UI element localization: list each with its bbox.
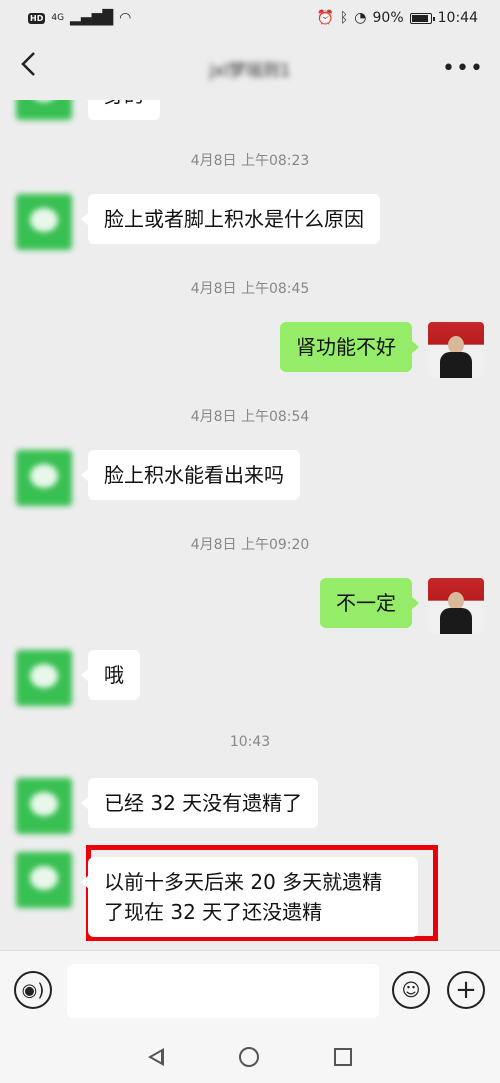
wifi-icon: ◠ [119, 10, 132, 26]
status-bar: HD 4G ▂▄▆█ ◠ ⏰ ᛒ ◔ 90% 10:44 [0, 0, 500, 36]
back-button[interactable] [18, 50, 58, 86]
self-avatar[interactable] [428, 578, 484, 634]
nav-recent-icon[interactable] [334, 1047, 353, 1066]
message-input[interactable] [67, 964, 379, 1018]
message-incoming-highlighted[interactable]: 以前十多天后来 20 多天就遗精了现在 32 天了还没遗精 [81, 857, 418, 937]
chat-title: jxl梦瑶则1 [209, 60, 291, 81]
timestamp: 4月8日 上午08:54 [190, 409, 310, 425]
clock: 10:44 [437, 10, 478, 26]
contact-avatar[interactable] [16, 194, 72, 250]
add-button[interactable]: + [447, 971, 485, 1009]
battery-icon [409, 12, 435, 24]
voice-icon: ◉) [21, 979, 45, 1001]
timestamp: 4月8日 上午08:45 [190, 281, 310, 297]
network-indicator: 4G [51, 13, 65, 23]
voice-button[interactable]: ◉) [14, 971, 52, 1009]
message-list[interactable]: 身的 4月8日 上午08:23 脸上或者脚上积水是什么原因 4月8日 上午08:… [0, 100, 500, 950]
battery-percent: 90% [372, 10, 404, 26]
contact-avatar[interactable] [16, 778, 72, 834]
ellipsis-icon: ••• [441, 55, 484, 81]
input-bar: ◉) ☺ + [0, 950, 500, 1030]
bluetooth-icon: ᛒ [339, 10, 349, 26]
signal-icon: ▂▄▆█ [70, 10, 114, 26]
contact-avatar[interactable] [16, 100, 72, 120]
speed-icon: ◔ [354, 10, 367, 26]
status-right: ⏰ ᛒ ◔ 90% 10:44 [316, 10, 478, 26]
message-incoming[interactable]: 已经 32 天没有遗精了 [80, 778, 319, 828]
nav-home-icon[interactable] [238, 1046, 259, 1067]
more-button[interactable]: ••• [441, 55, 484, 81]
message-incoming[interactable]: 脸上或者脚上积水是什么原因 [81, 194, 380, 244]
chat-header: jxl梦瑶则1 ••• [0, 36, 500, 100]
system-navbar [0, 1030, 500, 1083]
alarm-icon: ⏰ [316, 10, 334, 26]
contact-avatar[interactable] [16, 450, 72, 506]
hd-badge: HD [28, 12, 46, 24]
message-incoming[interactable]: 身的 [81, 100, 160, 120]
message-outgoing[interactable]: 不一定 [320, 578, 419, 628]
emoji-button[interactable]: ☺ [392, 971, 430, 1009]
avatar-body [440, 352, 472, 378]
message-incoming[interactable]: 脸上积水能看出来吗 [81, 450, 300, 500]
contact-avatar[interactable] [16, 852, 72, 908]
avatar-body [440, 608, 472, 634]
status-left: HD 4G ▂▄▆█ ◠ [28, 10, 131, 26]
plus-icon: + [455, 975, 477, 1005]
contact-avatar[interactable] [16, 650, 72, 706]
message-incoming[interactable]: 哦 [81, 650, 140, 700]
timestamp: 4月8日 上午08:23 [190, 153, 310, 169]
message-outgoing[interactable]: 肾功能不好 [280, 322, 419, 372]
nav-back-icon[interactable] [147, 1047, 164, 1066]
chevron-left-icon [21, 52, 35, 76]
emoji-icon: ☺ [401, 979, 421, 1001]
timestamp: 10:43 [229, 734, 271, 750]
timestamp: 4月8日 上午09:20 [190, 537, 310, 553]
self-avatar[interactable] [428, 322, 484, 378]
